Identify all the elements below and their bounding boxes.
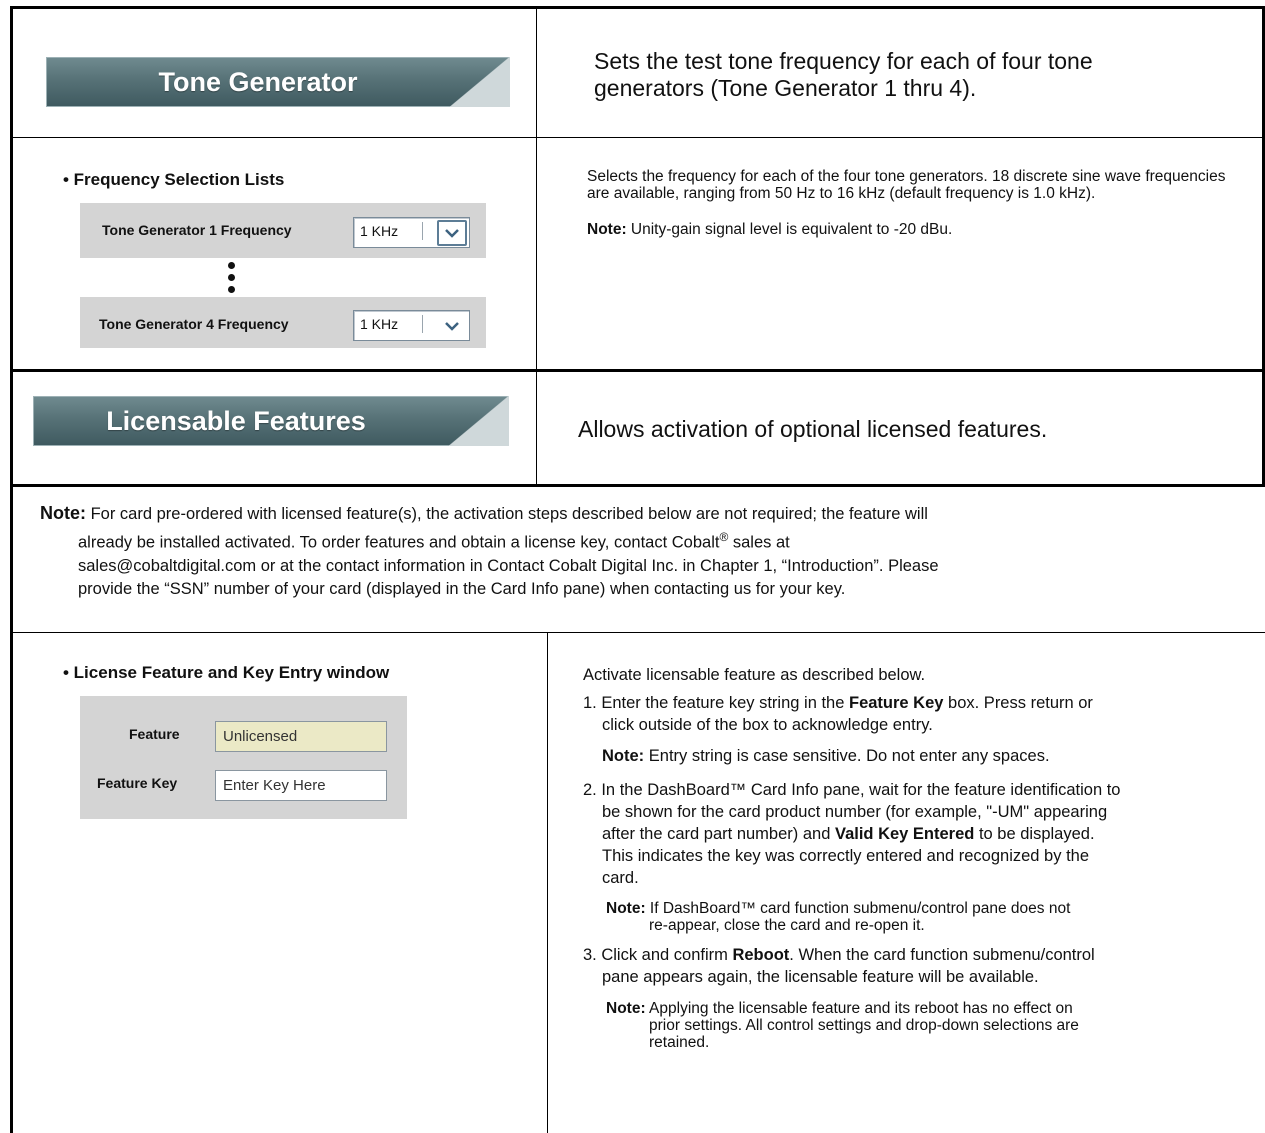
step-2-note: Note: If DashBoard™ card function submen… xyxy=(606,900,1256,934)
registered-mark: ® xyxy=(719,530,729,544)
step-2-line-5: card. xyxy=(602,869,639,887)
row-divider-1 xyxy=(10,137,1265,138)
chevron-down-icon[interactable] xyxy=(437,220,467,246)
tab-corner-decoration xyxy=(450,57,510,107)
step-3-note-line-3: retained. xyxy=(649,1034,710,1051)
note-label: Note: xyxy=(602,747,645,765)
tone-gen-1-label: Tone Generator 1 Frequency xyxy=(102,222,292,238)
feature-label: Feature xyxy=(129,726,180,742)
step-3-tail: . When the card function submenu/control xyxy=(789,946,1095,964)
step-3-note: Note: Applying the licensable feature an… xyxy=(606,1000,1256,1051)
step-2-line-3-tail: to be displayed. xyxy=(974,825,1095,843)
tone-generator-header-label: Tone Generator xyxy=(158,66,358,97)
combo-separator xyxy=(422,315,423,333)
step-3-bold: Reboot xyxy=(732,946,790,964)
tone-generator-header: Tone Generator xyxy=(46,57,510,107)
step-2-line-4: This indicates the key was correctly ent… xyxy=(602,847,1090,865)
feature-field: Unlicensed xyxy=(215,721,387,752)
step-2: 2. In the DashBoard™ Card Info pane, wai… xyxy=(583,779,1243,889)
step-3-note-line-1: Applying the licensable feature and its … xyxy=(645,1000,1073,1017)
combo-separator xyxy=(422,222,423,240)
license-note: Note: For card pre-ordered with licensed… xyxy=(40,502,1250,601)
license-note-line-2: already be installed activated. To order… xyxy=(40,526,1250,555)
tone-generator-description: Sets the test tone frequency for each of… xyxy=(594,48,1093,101)
note-label: Note: xyxy=(606,1000,646,1017)
top-rule xyxy=(10,6,1265,9)
chevron-down-icon[interactable] xyxy=(437,313,467,339)
note-label: Note: xyxy=(606,900,646,917)
column-divider-bottom xyxy=(547,632,548,1133)
note-label: Note: xyxy=(40,503,86,523)
row-divider-2 xyxy=(10,369,1265,372)
step-2-line-3: after the card part number) and xyxy=(602,825,835,843)
step-1-note: Note: Entry string is case sensitive. Do… xyxy=(602,745,1262,767)
license-window-panel: Feature Unlicensed Feature Key Enter Key… xyxy=(80,696,407,819)
note-line-2-tail: sales at xyxy=(728,533,790,552)
tone-gen-4-frequency-value: 1 KHz xyxy=(360,316,399,332)
row-divider-4 xyxy=(10,632,1265,633)
tone-gen-1-frequency-select[interactable]: 1 KHz xyxy=(353,217,470,248)
note-label: Note: xyxy=(587,221,627,238)
step-3-line-2: pane appears again, the licensable featu… xyxy=(602,968,1039,986)
step-1-tail: box. Press return or xyxy=(943,694,1093,712)
left-rule xyxy=(10,6,13,1133)
tab-corner-decoration xyxy=(449,396,509,446)
ellipsis-dot-1 xyxy=(228,262,235,269)
license-note-line-4: provide the “SSN” number of your card (d… xyxy=(78,579,846,598)
step-1-bold: Feature Key xyxy=(848,694,944,712)
feature-key-label: Feature Key xyxy=(97,775,178,791)
tone-gen-1-panel: Tone Generator 1 Frequency 1 KHz xyxy=(80,203,486,258)
note-text: Unity-gain signal level is equivalent to… xyxy=(626,221,953,238)
license-window-title: • License Feature and Key Entry window xyxy=(63,663,390,682)
step-1: 1. Enter the feature key string in the F… xyxy=(583,692,1243,736)
tone-gen-4-panel: Tone Generator 4 Frequency 1 KHz xyxy=(80,297,486,348)
tone-gen-4-label: Tone Generator 4 Frequency xyxy=(99,316,289,332)
note-line-2-text: already be installed activated. To order… xyxy=(78,533,720,552)
column-divider-top xyxy=(536,6,537,484)
step-2-note-line-1: If DashBoard™ card function submenu/cont… xyxy=(645,900,1071,917)
frequency-description: Selects the frequency for each of the fo… xyxy=(587,168,1226,202)
feature-key-input[interactable]: Enter Key Here xyxy=(215,770,387,801)
manual-page: Tone Generator Sets the test tone freque… xyxy=(0,0,1265,1133)
steps-intro: Activate licensable feature as described… xyxy=(583,666,926,684)
note-line-1-text: For card pre-ordered with licensed featu… xyxy=(86,505,928,523)
tone-gen-4-frequency-select[interactable]: 1 KHz xyxy=(353,310,470,341)
row-divider-3 xyxy=(10,484,1265,487)
licensable-features-header-label: Licensable Features xyxy=(106,405,366,436)
step-2-bold: Valid Key Entered xyxy=(834,825,975,843)
frequency-note: Note: Unity-gain signal level is equival… xyxy=(587,221,1237,238)
license-note-line-1: Note: For card pre-ordered with licensed… xyxy=(40,502,1250,526)
step-1-line-2: click outside of the box to acknowledge … xyxy=(602,716,933,734)
licensable-features-header: Licensable Features xyxy=(33,396,509,446)
step-1-note-text: Entry string is case sensitive. Do not e… xyxy=(644,747,1050,765)
step-2-line-1: 2. In the DashBoard™ Card Info pane, wai… xyxy=(583,781,1121,799)
tone-gen-1-frequency-value: 1 KHz xyxy=(360,223,399,239)
ellipsis-dot-2 xyxy=(228,274,235,281)
step-3-note-line-2: prior settings. All control settings and… xyxy=(649,1017,1079,1034)
step-3: 3. Click and confirm Reboot. When the ca… xyxy=(583,944,1243,988)
license-note-line-3: sales@cobaltdigital.com or at the contac… xyxy=(78,556,939,575)
frequency-lists-title: • Frequency Selection Lists xyxy=(63,170,285,189)
step-1-text: 1. Enter the feature key string in the xyxy=(583,694,849,712)
step-2-line-2: be shown for the card product number (fo… xyxy=(602,803,1108,821)
step-3-text: 3. Click and confirm xyxy=(583,946,733,964)
ellipsis-dot-3 xyxy=(228,286,235,293)
licensable-features-description: Allows activation of optional licensed f… xyxy=(578,416,1048,442)
step-2-note-line-2: re-appear, close the card and re-open it… xyxy=(649,917,925,934)
